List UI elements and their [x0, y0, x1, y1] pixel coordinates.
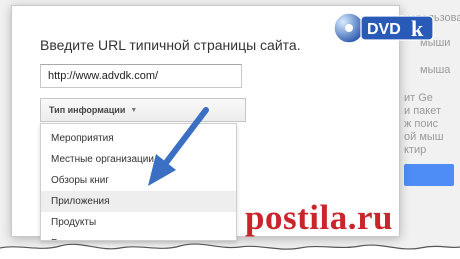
- logo-text: DVD: [367, 21, 401, 38]
- dialog-title: Введите URL типичной страницы сайта.: [40, 37, 301, 53]
- background-text: ктир: [404, 144, 427, 156]
- pointer-arrow-icon: [148, 107, 209, 186]
- background-text: ж поис: [404, 118, 439, 130]
- background-button: [404, 164, 454, 186]
- postila-watermark: postila.ru: [245, 198, 393, 237]
- background-text: ит Gе: [404, 92, 433, 104]
- background-text: ой мыш: [404, 131, 444, 143]
- logo-text-k: k: [411, 16, 424, 41]
- dvdk-logo: DVD k: [333, 12, 434, 44]
- type-dropdown-label: Тип информации: [49, 105, 126, 115]
- background-text: и пакет: [404, 105, 442, 117]
- url-input[interactable]: [40, 64, 242, 88]
- background-text: мыша: [420, 64, 451, 76]
